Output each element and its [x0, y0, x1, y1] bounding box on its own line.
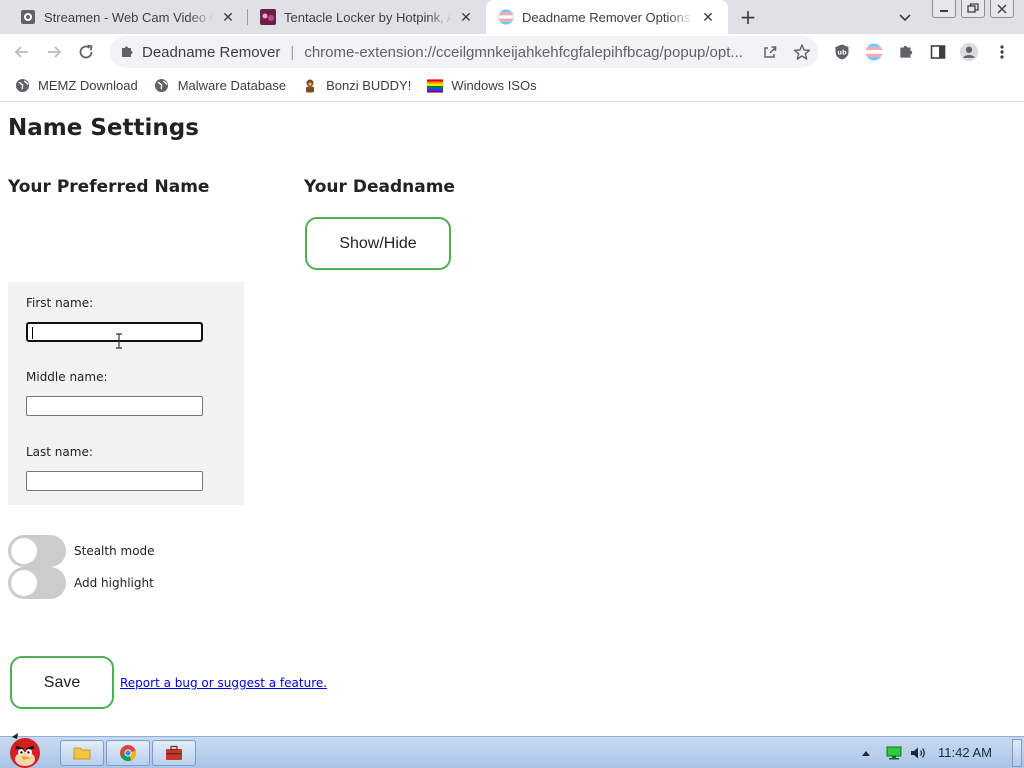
- back-button[interactable]: [10, 40, 34, 64]
- show-hide-button[interactable]: Show/Hide: [305, 217, 451, 270]
- bookmark-label: MEMZ Download: [38, 78, 138, 93]
- trans-flag-extension-icon[interactable]: [864, 42, 884, 62]
- arrow-right-icon: [48, 46, 62, 58]
- webcam-tab-icon: [20, 9, 36, 25]
- tab-tentacle-locker[interactable]: Tentacle Locker by Hotpink, A ✕: [248, 0, 486, 34]
- ublock-icon[interactable]: ub: [832, 42, 852, 62]
- last-name-field[interactable]: [26, 471, 203, 491]
- switch-knob: [11, 570, 37, 596]
- restore-button[interactable]: [961, 0, 985, 18]
- add-highlight-label: Add highlight: [74, 576, 154, 590]
- star-icon[interactable]: [792, 42, 812, 62]
- globe-icon: [14, 78, 30, 94]
- middle-name-field[interactable]: [26, 396, 203, 416]
- omnibox-divider: |: [290, 43, 295, 61]
- system-tray: [858, 737, 930, 768]
- add-highlight-toggle-row: Add highlight: [8, 567, 154, 599]
- text-cursor-icon: [116, 333, 122, 349]
- volume-icon[interactable]: [906, 746, 930, 760]
- text-caret: [32, 327, 33, 339]
- share-icon[interactable]: [760, 42, 780, 62]
- taskbar-chrome-button[interactable]: [106, 740, 150, 766]
- deadname-heading: Your Deadname: [304, 177, 455, 197]
- forward-button[interactable]: [42, 40, 66, 64]
- stealth-mode-toggle-row: Stealth mode: [8, 535, 155, 567]
- svg-text:ub: ub: [837, 49, 847, 57]
- new-tab-button[interactable]: +: [736, 5, 760, 29]
- kebab-menu-icon[interactable]: [992, 42, 1012, 62]
- bookmark-memz-download[interactable]: MEMZ Download: [14, 78, 138, 94]
- window-controls: [927, 0, 1014, 18]
- tab-search-button[interactable]: [894, 6, 916, 28]
- minimize-button[interactable]: [932, 0, 956, 18]
- profile-avatar-icon[interactable]: [959, 42, 979, 62]
- preferred-name-heading: Your Preferred Name: [8, 177, 210, 197]
- toolbox-icon: [166, 745, 182, 760]
- taskbar-app-button[interactable]: [152, 740, 196, 766]
- network-icon[interactable]: [882, 746, 906, 760]
- options-page: Name Settings Your Preferred Name Your D…: [0, 103, 1024, 736]
- add-highlight-switch[interactable]: [8, 567, 66, 599]
- angry-bird-icon: [10, 733, 40, 768]
- first-name-label: First name:: [26, 296, 94, 310]
- bookmark-bonzi-buddy[interactable]: Bonzi BUDDY!: [302, 78, 411, 94]
- trans-flag-tab-icon: [498, 9, 514, 25]
- anime-tab-icon: [260, 9, 276, 25]
- preferred-name-panel: First name: Middle name: Last name:: [8, 282, 244, 505]
- last-name-label: Last name:: [26, 445, 93, 459]
- start-button[interactable]: [2, 731, 48, 768]
- tab-deadname-remover-options[interactable]: Deadname Remover Options ✕: [486, 0, 728, 34]
- chevron-down-icon: [899, 14, 911, 22]
- page-title: Name Settings: [8, 115, 199, 141]
- taskbar-explorer-button[interactable]: [60, 740, 104, 766]
- reload-icon: [79, 44, 93, 59]
- bookmark-windows-isos[interactable]: Windows ISOs: [427, 78, 537, 94]
- rainbow-flag-icon: [427, 78, 444, 94]
- bookmark-label: Windows ISOs: [451, 78, 537, 93]
- tab-streamen[interactable]: Streamen - Web Cam Video Chat ✕: [8, 0, 248, 34]
- show-desktop-button[interactable]: [1012, 739, 1022, 767]
- stealth-mode-label: Stealth mode: [74, 544, 155, 558]
- bookmark-label: Malware Database: [177, 78, 287, 93]
- browser-toolbar: Deadname Remover | chrome-extension://cc…: [0, 34, 1024, 70]
- close-window-button[interactable]: [990, 0, 1014, 18]
- side-panel-icon[interactable]: [928, 42, 948, 62]
- screen: Streamen - Web Cam Video Chat ✕ Tentacle…: [0, 0, 1024, 768]
- close-icon[interactable]: ✕: [698, 7, 718, 27]
- report-bug-link[interactable]: Report a bug or suggest a feature.: [120, 676, 327, 690]
- omnibox-url[interactable]: chrome-extension://cceilgmnkeijahkehfcgf…: [304, 44, 764, 61]
- close-icon[interactable]: ✕: [456, 7, 476, 27]
- taskbar-clock[interactable]: 11:42 AM: [938, 745, 992, 760]
- stealth-mode-switch[interactable]: [8, 535, 66, 567]
- reload-button[interactable]: [74, 40, 98, 64]
- middle-name-label: Middle name:: [26, 370, 108, 384]
- switch-knob: [11, 538, 37, 564]
- extensions-puzzle-icon[interactable]: [896, 42, 916, 62]
- tray-expand-icon[interactable]: [858, 749, 874, 757]
- folder-icon: [73, 747, 91, 760]
- chrome-icon: [120, 745, 137, 762]
- arrow-left-icon: [14, 46, 28, 58]
- save-button[interactable]: Save: [10, 656, 114, 709]
- tab-title: Deadname Remover Options: [522, 9, 691, 25]
- omnibox-site-name: Deadname Remover: [142, 43, 281, 61]
- bookmarks-bar: MEMZ Download Malware Database Bonzi BUD…: [0, 70, 1024, 102]
- bookmark-malware-database[interactable]: Malware Database: [154, 78, 286, 94]
- tab-title: Tentacle Locker by Hotpink, A: [284, 9, 452, 25]
- bookmark-label: Bonzi BUDDY!: [326, 78, 412, 93]
- close-icon[interactable]: ✕: [218, 7, 238, 27]
- taskbar: 11:42 AM: [0, 733, 1024, 768]
- globe-icon: [154, 78, 170, 94]
- bonzi-icon: [302, 78, 318, 94]
- puzzle-icon: [118, 43, 136, 61]
- tab-strip: Streamen - Web Cam Video Chat ✕ Tentacle…: [0, 0, 1024, 34]
- omnibox[interactable]: Deadname Remover | chrome-extension://cc…: [110, 36, 818, 68]
- tab-title: Streamen - Web Cam Video Chat: [44, 9, 214, 25]
